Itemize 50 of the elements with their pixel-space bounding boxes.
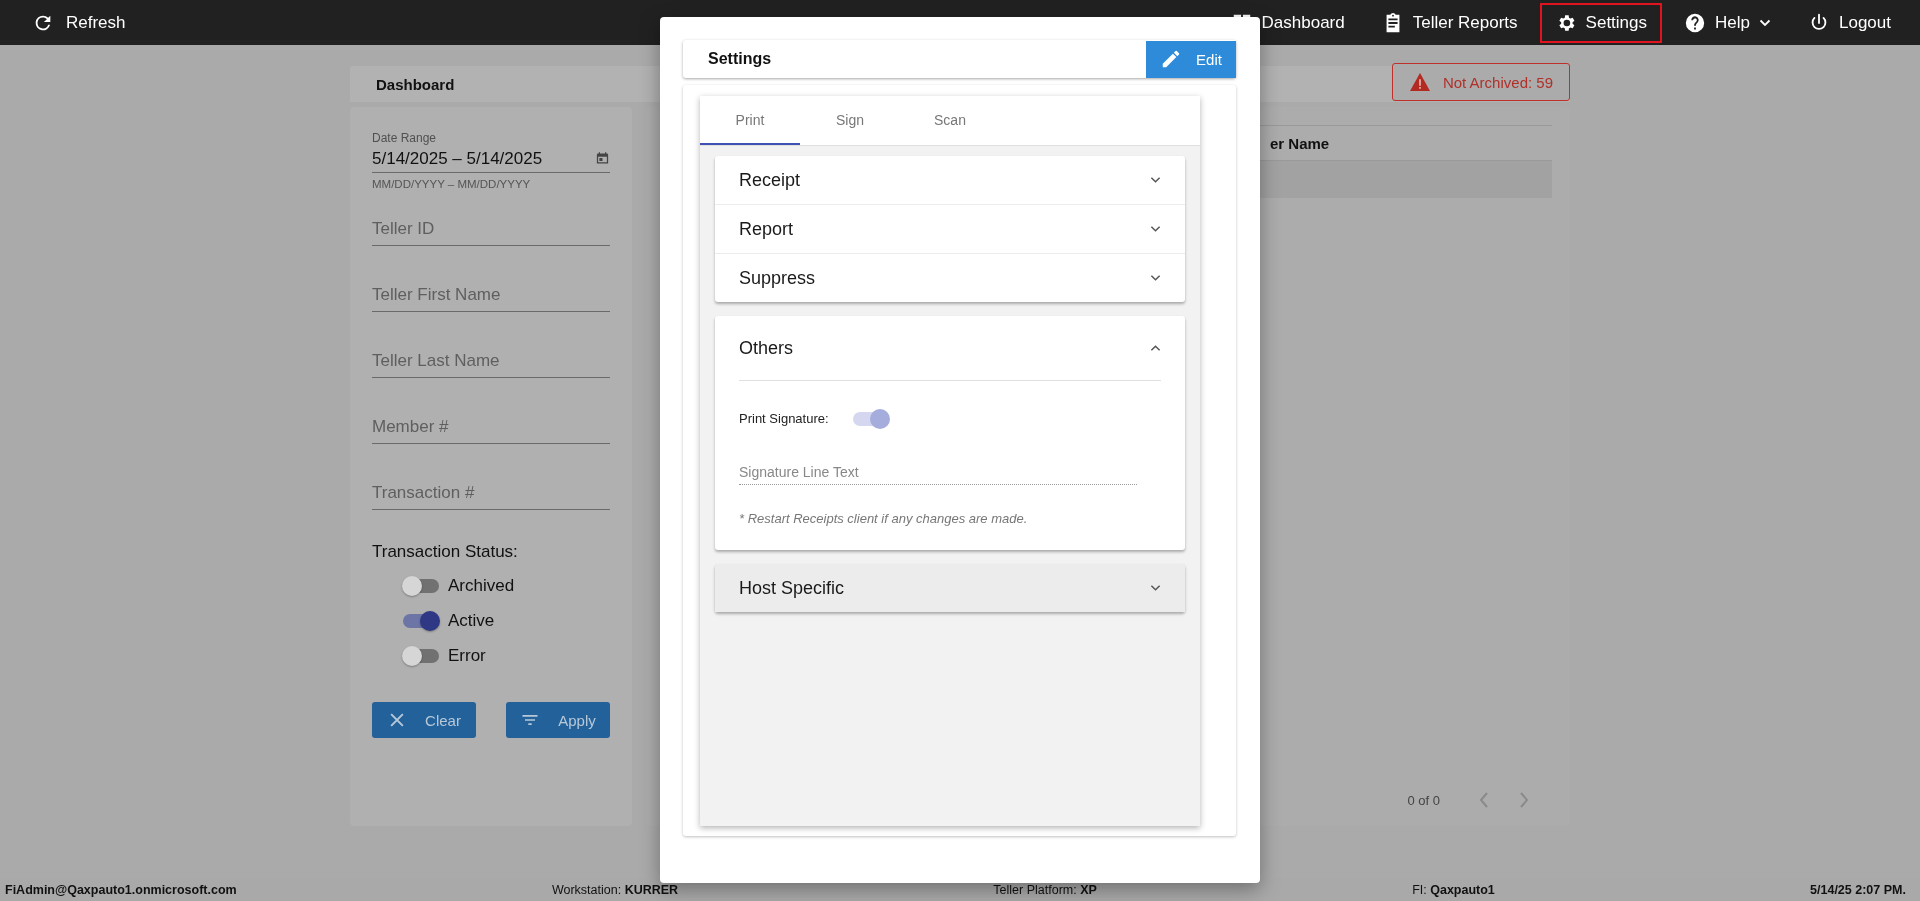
pagination-text: 0 of 0: [1407, 792, 1440, 808]
nav-item[interactable]: Settings: [1539, 2, 1663, 43]
apply-button[interactable]: Apply: [506, 702, 610, 738]
toggle-switch[interactable]: [403, 579, 439, 593]
nav-item[interactable]: Help: [1669, 2, 1786, 43]
warning-icon: [1408, 72, 1431, 92]
toggle-label: Error: [448, 646, 486, 666]
date-range-field[interactable]: 5/14/2025 – 5/14/2025: [372, 145, 610, 173]
edit-button[interactable]: Edit: [1146, 40, 1236, 78]
accordion-header[interactable]: Others: [715, 316, 1185, 380]
date-range-label: Date Range: [372, 131, 438, 145]
accordion-header[interactable]: Host Specific: [715, 564, 1185, 612]
text-field[interactable]: Teller Last Name: [372, 344, 610, 378]
date-time: 5/14/25 2:07 PM.: [1810, 882, 1906, 897]
text-field[interactable]: Teller ID: [372, 212, 610, 246]
date-format-hint: MM/DD/YYYY – MM/DD/YYYY: [372, 178, 532, 190]
page-title: Dashboard: [376, 75, 455, 93]
restart-note: * Restart Receipts client if any changes are made.: [739, 511, 1029, 526]
text-field[interactable]: Transaction #: [372, 476, 610, 510]
help-icon[interactable]: [1684, 11, 1707, 34]
text-field[interactable]: Teller First Name: [372, 278, 610, 312]
dialog-title: Settings: [708, 50, 772, 68]
status-item: Workstation: KURRER: [551, 882, 679, 897]
toggle-switch[interactable]: [403, 614, 439, 628]
refresh-button[interactable]: Refresh: [32, 11, 126, 34]
tab[interactable]: Sign: [800, 96, 900, 145]
nav-item[interactable]: Logout: [1793, 2, 1906, 43]
calendar-icon[interactable]: [595, 151, 610, 166]
accordion-header[interactable]: Report: [715, 205, 1185, 253]
toggle-label: Archived: [448, 576, 515, 596]
tab[interactable]: Scan: [900, 96, 1000, 145]
status-label: Transaction Status:: [372, 542, 519, 562]
column-header[interactable]: er Name: [1270, 134, 1330, 152]
text-field[interactable]: Member #: [372, 410, 610, 444]
accordion-header[interactable]: Receipt: [715, 156, 1185, 204]
status-item: Teller Platform: XP: [993, 882, 1097, 897]
nav-item[interactable]: Teller Reports: [1366, 2, 1533, 43]
print-signature-label: Print Signature:: [739, 411, 829, 426]
chevron-down-icon: [1150, 274, 1161, 282]
accordion-header[interactable]: Suppress: [715, 254, 1185, 302]
chevron-up-icon: [1150, 344, 1161, 352]
chevron-down-icon: [1150, 584, 1161, 592]
toggle-label: Active: [448, 611, 495, 631]
user-email: FiAdmin@Qaxpauto1.onmicrosoft.com: [5, 882, 237, 897]
chevron-down-icon: [1150, 225, 1161, 233]
status-item: FI: Qaxpauto1: [1412, 882, 1495, 897]
clear-button[interactable]: Clear: [372, 702, 476, 738]
chevron-down-icon: [1150, 176, 1161, 184]
caret-icon: [1759, 18, 1771, 27]
toggle-switch[interactable]: [403, 649, 439, 663]
